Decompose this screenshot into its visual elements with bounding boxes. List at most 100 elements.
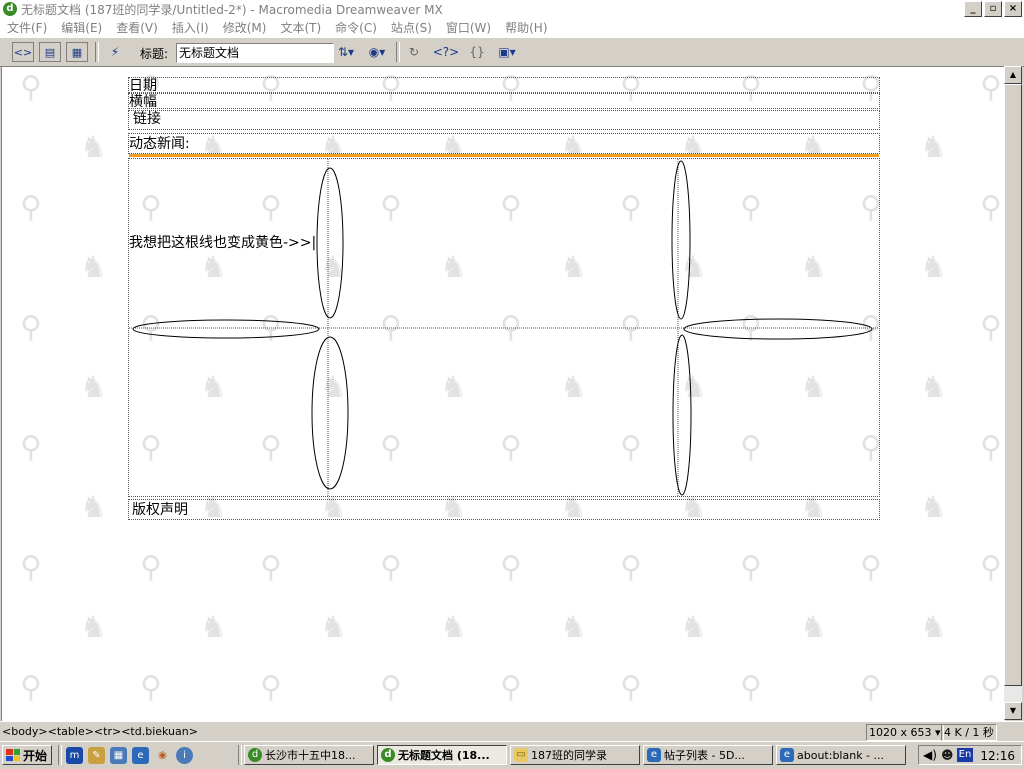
menu-insert[interactable]: 插入(I)	[165, 19, 216, 36]
petal-ellipse	[316, 167, 344, 319]
news-cell[interactable]: 动态新闻:	[128, 133, 880, 154]
rabbit-watermark-icon: ⚲	[140, 670, 162, 705]
window-size-label: 1020 x 653	[869, 726, 932, 739]
rabbit-watermark-icon: ⚲	[20, 310, 42, 345]
language-indicator[interactable]: En	[957, 748, 973, 762]
tag-selector[interactable]: <body><table><tr><td.biekuan>	[2, 725, 198, 738]
rabbit-watermark-icon: ♞	[320, 610, 347, 645]
rabbit-watermark-icon: ♞	[920, 370, 947, 405]
menu-modify[interactable]: 修改(M)	[216, 19, 274, 36]
task-button-active[interactable]: d 无标题文档 (18...	[377, 745, 507, 765]
petal-ellipse	[311, 336, 349, 490]
scroll-up-icon[interactable]: ▲	[1004, 66, 1022, 84]
rabbit-watermark-icon: ♞	[680, 610, 707, 645]
menu-bar: 文件(F) 编辑(E) 查看(V) 插入(I) 修改(M) 文本(T) 命令(C…	[0, 18, 1024, 37]
messenger-icon[interactable]: m	[66, 747, 83, 764]
rabbit-watermark-icon: ⚲	[20, 430, 42, 465]
task-label: 无标题文档 (18...	[398, 749, 490, 762]
banner-cell[interactable]: 横幅	[128, 93, 880, 110]
rabbit-watermark-icon: ♞	[920, 490, 947, 525]
design-view-icon[interactable]: ▦	[66, 42, 88, 62]
start-button[interactable]: 开始	[2, 745, 52, 765]
media-player-icon[interactable]: ◉	[154, 747, 171, 764]
title-bar: d 无标题文档 (187班的同学录/Untitled-2*) - Macrome…	[0, 0, 1024, 18]
copyright-cell[interactable]: 版权声明	[128, 499, 880, 520]
start-label: 开始	[23, 748, 48, 763]
petal-ellipse	[683, 318, 873, 340]
rabbit-watermark-icon: ⚲	[740, 670, 762, 705]
task-label: 帖子列表 - 5D...	[664, 749, 745, 762]
task-label: 长沙市十五中18...	[265, 749, 356, 762]
rabbit-watermark-icon: ♞	[920, 610, 947, 645]
content-table[interactable]: 我想把这根线也变成黄色->>|	[128, 158, 880, 497]
rabbit-watermark-icon: ⚲	[20, 70, 42, 105]
dreamweaver-icon: d	[248, 748, 262, 762]
window-size[interactable]: 1020 x 653 ▾	[866, 724, 944, 741]
menu-site[interactable]: 站点(S)	[384, 19, 439, 36]
rabbit-watermark-icon: ♞	[440, 610, 467, 645]
reference-icon[interactable]: <?>	[432, 43, 460, 61]
qq-icon[interactable]: ☻	[941, 748, 954, 762]
links-cell[interactable]: 链接	[128, 110, 880, 130]
design-view[interactable]: ⚲⚲⚲⚲⚲⚲⚲⚲⚲♞♞♞♞♞♞♞♞♞⚲⚲⚲⚲⚲⚲⚲⚲⚲♞♞♞♞♞♞♞♞♞⚲⚲⚲⚲…	[1, 66, 1005, 721]
minimize-button[interactable]: _	[964, 1, 982, 17]
refresh-icon[interactable]: ↻	[404, 43, 424, 61]
date-cell[interactable]: 日期	[128, 77, 880, 94]
menu-file[interactable]: 文件(F)	[0, 19, 54, 36]
volume-icon[interactable]: ◀)	[923, 748, 937, 762]
copyright-label: 版权声明	[132, 502, 188, 518]
rabbit-watermark-icon: ♞	[80, 250, 107, 285]
rabbit-watermark-icon: ⚲	[980, 550, 1002, 585]
menu-text[interactable]: 文本(T)	[273, 19, 328, 36]
menu-view[interactable]: 查看(V)	[109, 19, 165, 36]
close-button[interactable]: ×	[1004, 1, 1022, 17]
file-management-icon[interactable]: ⇅▾	[333, 43, 359, 61]
code-view-icon[interactable]: <>	[12, 42, 34, 62]
links-label: 链接	[133, 111, 161, 127]
rabbit-watermark-icon: ⚲	[980, 70, 1002, 105]
split-view-icon[interactable]: ▤	[39, 42, 61, 62]
rabbit-watermark-icon: ♞	[800, 610, 827, 645]
toolbar-separator	[396, 42, 400, 62]
menu-window[interactable]: 窗口(W)	[439, 19, 498, 36]
preview-globe-icon[interactable]: ◉▾	[364, 43, 390, 61]
window-title: 无标题文档 (187班的同学录/Untitled-2*) - Macromedi…	[21, 3, 443, 17]
view-options-icon[interactable]: ▣▾	[494, 43, 520, 61]
rabbit-watermark-icon: ⚲	[260, 670, 282, 705]
ie-icon[interactable]: e	[132, 747, 149, 764]
rabbit-watermark-icon: ⚲	[980, 430, 1002, 465]
maximize-button[interactable]: ▫	[984, 1, 1002, 17]
menu-edit[interactable]: 编辑(E)	[54, 19, 109, 36]
dreamweaver-icon: d	[3, 2, 17, 16]
petal-ellipse	[671, 160, 691, 320]
network-icon[interactable]: ▦	[110, 747, 127, 764]
petal-ellipse	[132, 319, 320, 339]
info-icon[interactable]: i	[176, 747, 193, 764]
task-button[interactable]: ▭ 187班的同学录	[510, 745, 640, 765]
rabbit-watermark-icon: ⚲	[980, 310, 1002, 345]
rabbit-watermark-icon: ⚲	[380, 670, 402, 705]
task-button[interactable]: d 长沙市十五中18...	[244, 745, 374, 765]
task-label: about:blank - ...	[797, 749, 885, 762]
scroll-thumb[interactable]	[1004, 84, 1022, 686]
windows-logo-icon	[6, 749, 20, 761]
menu-help[interactable]: 帮助(H)	[498, 19, 554, 36]
scroll-down-icon[interactable]: ▼	[1004, 702, 1022, 720]
rabbit-watermark-icon: ⚲	[860, 550, 882, 585]
banner-label: 横幅	[129, 94, 157, 110]
rabbit-watermark-icon: ⚲	[20, 190, 42, 225]
rabbit-watermark-icon: ⚲	[500, 550, 522, 585]
code-nav-icon[interactable]: {}	[466, 43, 488, 61]
rabbit-watermark-icon: ♞	[920, 250, 947, 285]
date-label: 日期	[129, 78, 157, 94]
title-input[interactable]	[176, 43, 334, 63]
menu-commands[interactable]: 命令(C)	[328, 19, 384, 36]
task-button[interactable]: e about:blank - ...	[776, 745, 906, 765]
live-data-icon[interactable]: ⚡	[104, 43, 126, 61]
notepad-icon[interactable]: ✎	[88, 747, 105, 764]
task-button[interactable]: e 帖子列表 - 5D...	[643, 745, 773, 765]
rabbit-watermark-icon: ♞	[80, 490, 107, 525]
title-label: 标题:	[140, 47, 169, 61]
highlight-line	[129, 154, 879, 157]
vertical-scrollbar[interactable]: ▲ ▼	[1004, 66, 1022, 720]
